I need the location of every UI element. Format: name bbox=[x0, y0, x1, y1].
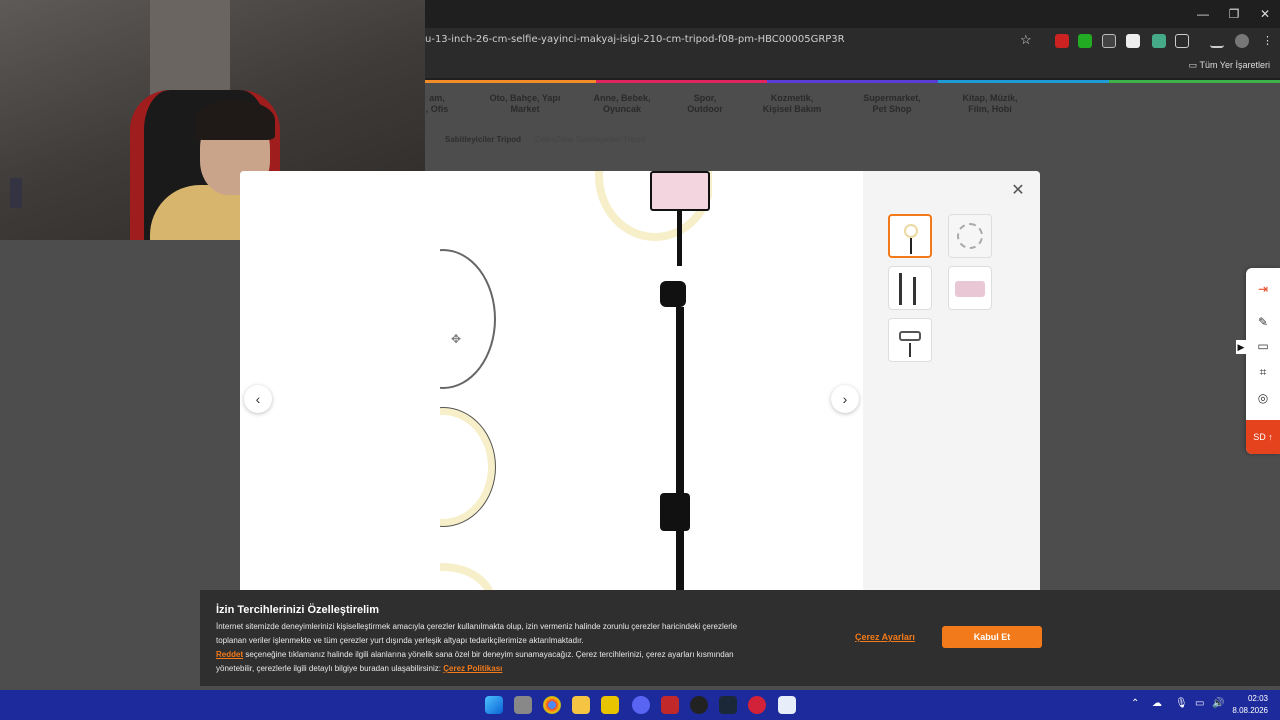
thumbnail-pole bbox=[913, 277, 916, 305]
volume-icon[interactable]: 🔊 bbox=[1212, 698, 1224, 709]
sd-button[interactable]: SD ↑ bbox=[1246, 420, 1280, 454]
gallery-thumbnail[interactable] bbox=[888, 266, 932, 310]
gallery-main-image: ✥ ‹ › bbox=[240, 171, 863, 590]
s-app-icon[interactable] bbox=[601, 696, 619, 714]
all-bookmarks-link[interactable]: ▭ Tüm Yer İşaretleri bbox=[1189, 60, 1270, 71]
breadcrumb-item[interactable]: Sabitleyiciler Tripod bbox=[445, 135, 521, 144]
profile-avatar-icon[interactable] bbox=[1235, 34, 1249, 48]
thumbnail-pole bbox=[909, 343, 911, 357]
extension-icon[interactable] bbox=[1078, 34, 1092, 48]
product-tripod-pole bbox=[677, 211, 682, 266]
toolbar-collapse-arrow-icon[interactable]: ▶ bbox=[1236, 340, 1246, 354]
windows-taskbar: ⌃ ☁ 🎙 ▭ 🔊 02:03 8.08.2026 bbox=[0, 690, 1280, 720]
cookie-text-line: İnternet sitemizde deneyimlerinizi kişis… bbox=[216, 622, 738, 631]
cookie-text-line: yönetebilir, çerezlerle ilgili detaylı b… bbox=[216, 664, 444, 673]
app-icon[interactable] bbox=[690, 696, 708, 714]
microphone-icon[interactable]: 🎙 bbox=[1175, 698, 1188, 709]
url-text[interactable]: u-13-inch-26-cm-selfie-yayinci-makyaj-is… bbox=[425, 34, 845, 45]
media-player-icon[interactable] bbox=[748, 696, 766, 714]
cookie-text-line: seçeneğine tıklamanız halinde ilgili ala… bbox=[243, 650, 734, 659]
restore-icon[interactable]: ❐ bbox=[1219, 4, 1249, 24]
breadcrumb-item[interactable]: CelesZone Sabitleyiciler Tripod bbox=[535, 135, 645, 144]
cookie-title: İzin Tercihlerinizi Özelleştirelim bbox=[216, 604, 380, 616]
minimize-icon[interactable]: — bbox=[1188, 4, 1218, 24]
webcam-person-hair bbox=[195, 100, 275, 140]
category-link[interactable]: Oto, Bahçe, Yapı Market bbox=[480, 93, 570, 115]
image-crop-mask bbox=[390, 401, 440, 536]
gallery-thumbnails bbox=[863, 171, 1040, 590]
extension-icon[interactable] bbox=[1152, 34, 1166, 48]
extension-icon[interactable] bbox=[1055, 34, 1069, 48]
gallery-thumbnail[interactable] bbox=[888, 318, 932, 362]
category-link[interactable]: Supermarket, Pet Shop bbox=[850, 93, 934, 115]
puzzle-icon[interactable] bbox=[1175, 34, 1189, 48]
network-icon[interactable]: ▭ bbox=[1195, 698, 1204, 709]
product-tripod-clamp bbox=[660, 493, 690, 531]
exit-icon[interactable]: ⇥ bbox=[1255, 281, 1271, 297]
accept-cookies-button[interactable]: Kabul Et bbox=[942, 626, 1042, 648]
cookie-settings-link[interactable]: Çerez Ayarları bbox=[855, 632, 915, 642]
menu-list-icon[interactable] bbox=[1210, 34, 1224, 48]
cookie-consent-banner: İzin Tercihlerinizi Özelleştirelim İnter… bbox=[200, 590, 1280, 686]
thumbnail-people bbox=[955, 281, 985, 297]
category-link[interactable]: Spor, Outdoor bbox=[670, 93, 740, 115]
app-icon[interactable] bbox=[661, 696, 679, 714]
thumbnail-phone bbox=[899, 331, 921, 341]
category-link[interactable]: Kozmetik, Kişisel Bakım bbox=[750, 93, 834, 115]
gallery-thumbnail[interactable] bbox=[948, 214, 992, 258]
close-modal-button[interactable]: ✕ bbox=[1010, 183, 1026, 199]
bookmark-star-icon[interactable]: ☆ bbox=[1020, 32, 1032, 48]
cookie-policy-link[interactable]: Çerez Politikası bbox=[443, 664, 502, 673]
webcam-bottle bbox=[10, 178, 22, 208]
thumbnail-ring bbox=[957, 223, 983, 249]
reject-link[interactable]: Reddet bbox=[216, 650, 243, 659]
cookie-description: İnternet sitemizde deneyimlerinizi kişis… bbox=[216, 620, 746, 676]
app-icon[interactable] bbox=[778, 696, 796, 714]
prev-image-button[interactable]: ‹ bbox=[244, 385, 272, 413]
category-link[interactable]: Anne, Bebek, Oyuncak bbox=[580, 93, 664, 115]
rectangle-select-icon[interactable]: ▭ bbox=[1255, 338, 1271, 354]
chrome-icon[interactable] bbox=[543, 696, 561, 714]
extension-icon[interactable] bbox=[1102, 34, 1116, 48]
sd-label: SD bbox=[1253, 432, 1266, 442]
more-menu-icon[interactable]: ⋮ bbox=[1262, 34, 1276, 48]
image-crop-mask bbox=[712, 171, 732, 261]
task-view-icon[interactable] bbox=[514, 696, 532, 714]
clock-date: 8.08.2026 bbox=[1232, 706, 1268, 715]
thumbnail-pole bbox=[910, 238, 912, 254]
thumbnail-pole bbox=[899, 273, 902, 305]
image-crop-mask bbox=[390, 241, 440, 401]
steam-icon[interactable] bbox=[719, 696, 737, 714]
tray-chevron-up-icon[interactable]: ⌃ bbox=[1131, 698, 1139, 709]
cookie-text-line: toplanan veriler işlenmekte ve tüm çerez… bbox=[216, 636, 584, 645]
target-icon[interactable]: ◎ bbox=[1255, 390, 1271, 406]
thumbnail-ring bbox=[904, 224, 918, 238]
image-crop-mask bbox=[390, 556, 440, 590]
product-tripod-pole bbox=[676, 307, 684, 590]
folder-icon: ▭ bbox=[1188, 60, 1200, 70]
next-image-button[interactable]: › bbox=[831, 385, 859, 413]
clock-time: 02:03 bbox=[1247, 694, 1268, 703]
extension-icon[interactable] bbox=[1126, 34, 1140, 48]
gallery-thumbnail[interactable] bbox=[888, 214, 932, 258]
windows-start-icon[interactable] bbox=[485, 696, 503, 714]
image-gallery-modal: ✥ ‹ › ✕ bbox=[240, 171, 1040, 590]
discord-icon[interactable] bbox=[632, 696, 650, 714]
category-link[interactable]: Kitap, Müzik, Film, Hobi bbox=[950, 93, 1030, 115]
move-cursor-icon: ✥ bbox=[451, 332, 462, 346]
pen-icon[interactable]: ✎ bbox=[1255, 314, 1271, 330]
onedrive-cloud-icon[interactable]: ☁ bbox=[1152, 698, 1162, 709]
product-ball-head bbox=[660, 281, 686, 307]
close-window-icon[interactable]: ✕ bbox=[1250, 4, 1280, 24]
file-explorer-icon[interactable] bbox=[572, 696, 590, 714]
gallery-thumbnail[interactable] bbox=[948, 266, 992, 310]
taskbar-clock[interactable]: 02:03 8.08.2026 bbox=[1232, 693, 1268, 717]
product-phone-holder bbox=[650, 171, 710, 211]
floating-side-toolbar: ⇥ ✎ ▭ ⌗ ◎ SD ↑ bbox=[1246, 268, 1280, 454]
crop-icon[interactable]: ⌗ bbox=[1255, 364, 1271, 380]
